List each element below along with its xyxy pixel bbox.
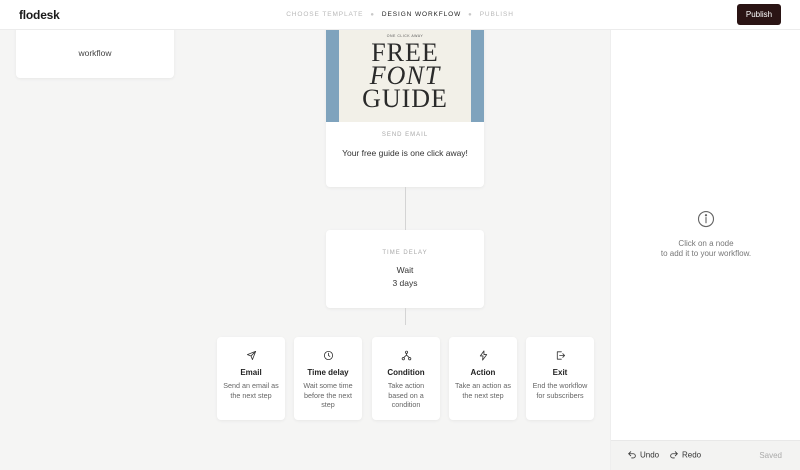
redo-button[interactable]: Redo	[669, 450, 701, 460]
step-separator-icon: ●	[468, 11, 473, 18]
option-email[interactable]: Email Send an email as the next step	[217, 337, 285, 420]
panel-hint: Click on a node to add it to your workfl…	[611, 239, 800, 259]
time-delay-label: TIME DELAY	[382, 250, 428, 256]
time-delay-node[interactable]: TIME DELAY Wait 3 days	[326, 230, 484, 308]
option-condition-desc: Take action based on a condition	[387, 381, 425, 409]
send-email-node[interactable]: ONE CLICK AWAY FREE FONT GUIDE SEND EMAI…	[326, 20, 484, 187]
previous-node-text: workflow	[78, 48, 112, 58]
publish-button[interactable]: Publish	[737, 4, 781, 25]
option-condition-title: Condition	[387, 368, 425, 377]
send-icon	[217, 348, 285, 361]
panel-hint-line1: Click on a node	[678, 239, 734, 248]
lightning-icon	[449, 348, 517, 361]
step-separator-icon: ●	[370, 11, 375, 18]
option-action-title: Action	[470, 368, 496, 377]
email-image-line3: GUIDE	[362, 84, 448, 113]
exit-icon	[526, 348, 594, 360]
saved-status: Saved	[759, 451, 782, 460]
info-icon	[697, 210, 715, 228]
email-preview-image: ONE CLICK AWAY FREE FONT GUIDE	[326, 20, 484, 122]
workflow-canvas[interactable]: workflow ONE CLICK AWAY FREE FONT GUIDE …	[0, 20, 610, 470]
option-time-delay-desc: Wait some time before the next step	[303, 381, 353, 409]
connector-line	[405, 308, 406, 325]
step-design-workflow[interactable]: DESIGN WORKFLOW	[382, 11, 461, 18]
top-bar: flodesk CHOOSE TEMPLATE ● DESIGN WORKFLOW ●…	[0, 0, 800, 30]
branch-icon	[372, 348, 440, 361]
option-action[interactable]: Action Take an action as the next step	[449, 337, 517, 420]
undo-icon	[628, 451, 636, 459]
option-action-desc: Take an action as the next step	[455, 381, 511, 400]
connector-line	[405, 187, 406, 230]
panel-footer: Undo Redo Saved	[611, 440, 800, 470]
redo-icon	[670, 451, 678, 459]
time-delay-duration: 3 days	[392, 278, 418, 288]
option-condition[interactable]: Condition Take action based on a conditi…	[372, 337, 440, 420]
undo-button[interactable]: Undo	[627, 450, 659, 460]
email-subject: Your free guide is one click away!	[342, 148, 468, 158]
option-email-desc: Send an email as the next step	[223, 381, 279, 400]
panel-hint-line2: to add it to your workflow.	[660, 249, 752, 258]
option-time-delay-title: Time delay	[307, 368, 349, 377]
send-email-label: SEND EMAIL	[381, 132, 429, 138]
step-choose-template[interactable]: CHOOSE TEMPLATE	[286, 11, 363, 18]
time-delay-wait: Wait	[396, 265, 414, 275]
clock-icon	[294, 348, 362, 361]
option-time-delay[interactable]: Time delay Wait some time before the nex…	[294, 337, 362, 420]
redo-label: Redo	[682, 450, 702, 460]
workflow-steps: CHOOSE TEMPLATE ● DESIGN WORKFLOW ● PUBLISH	[0, 11, 800, 18]
option-exit-desc: End the workflow for subscribers	[532, 381, 588, 400]
properties-panel: Click on a node to add it to your workfl…	[610, 30, 800, 470]
undo-label: Undo	[640, 450, 660, 460]
step-publish[interactable]: PUBLISH	[480, 11, 514, 18]
option-exit[interactable]: Exit End the workflow for subscribers	[526, 337, 594, 420]
option-exit-title: Exit	[552, 368, 568, 377]
option-email-title: Email	[240, 368, 262, 377]
